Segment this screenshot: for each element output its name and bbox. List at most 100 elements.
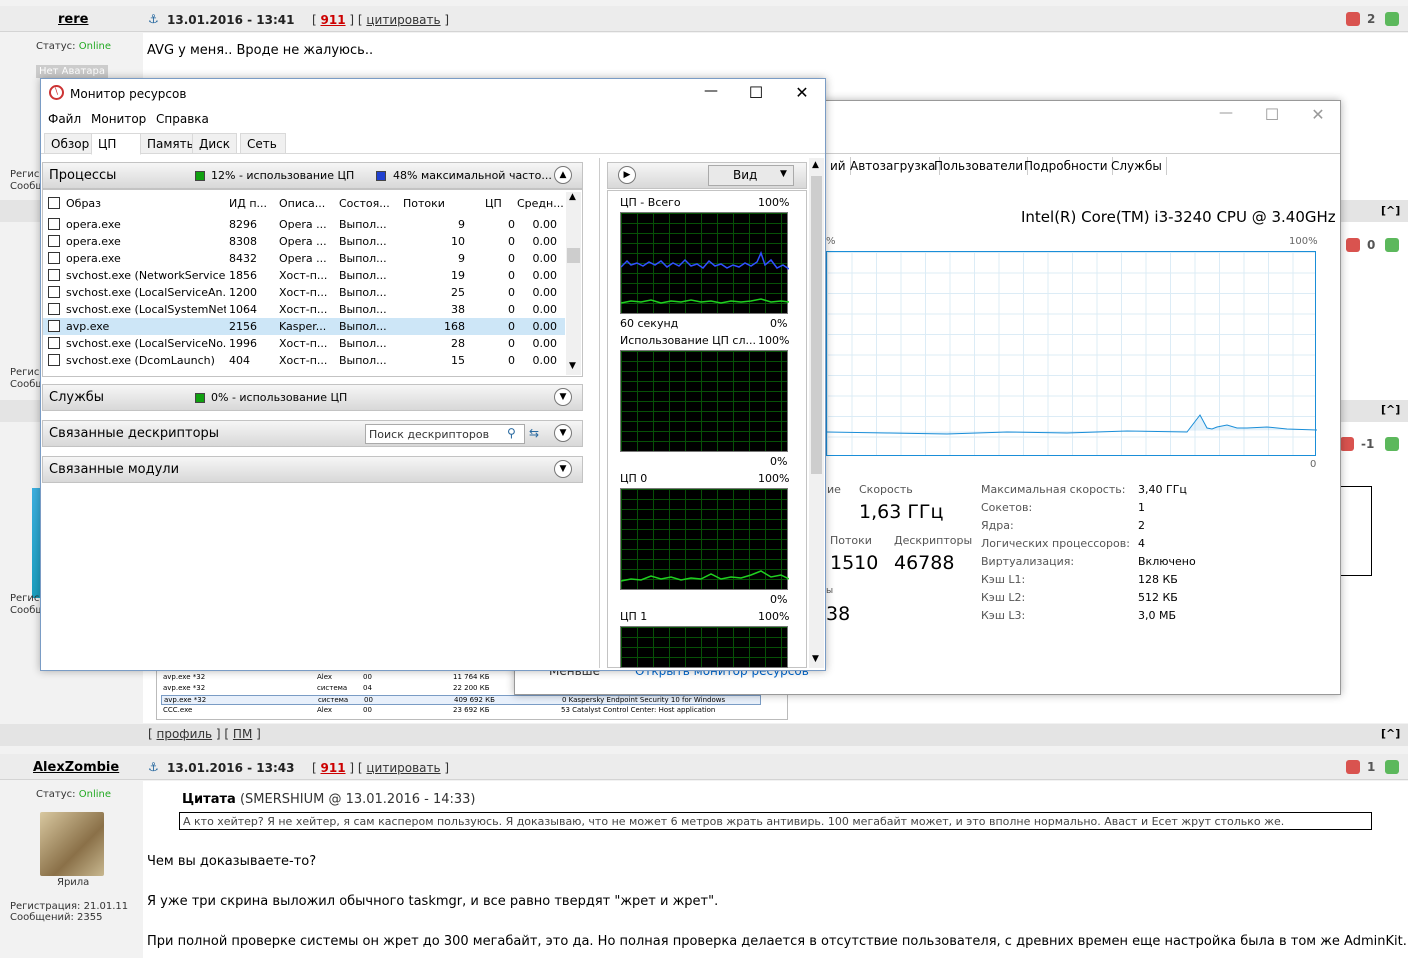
process-row[interactable]: svchost.exe (DcomLaunch) 404 Хост-п... Выпо… bbox=[43, 352, 565, 369]
graph-max: 100% bbox=[758, 334, 790, 347]
dropdown-arrow-icon[interactable]: ▼ bbox=[780, 169, 787, 179]
vote-down-icon[interactable] bbox=[1346, 12, 1360, 26]
row-checkbox[interactable] bbox=[48, 286, 60, 298]
row-checkbox[interactable] bbox=[48, 252, 60, 264]
scroll-top-button[interactable]: [^] bbox=[1381, 403, 1400, 416]
col-cpu[interactable]: ЦП bbox=[485, 197, 502, 210]
anchor-icon[interactable]: ⚓ bbox=[148, 12, 159, 26]
quote-link[interactable]: цитировать bbox=[366, 761, 440, 775]
process-row[interactable]: opera.exe 8432 Opera ... Выпол... 9 0 0.00 bbox=[43, 250, 565, 267]
handles-header[interactable]: Связанные дескрипторы Поиск дескрипторов… bbox=[42, 420, 583, 447]
vote-down-icon[interactable] bbox=[1340, 437, 1354, 451]
chevron-down-icon[interactable]: ▼ bbox=[554, 388, 572, 406]
search-icon[interactable]: ⚲ bbox=[507, 426, 516, 440]
scroll-down-icon[interactable]: ▼ bbox=[569, 361, 576, 371]
chevron-right-icon[interactable]: ▶ bbox=[618, 166, 636, 184]
anchor-icon[interactable]: ⚓ bbox=[148, 760, 159, 774]
post-number-link[interactable]: 911 bbox=[321, 13, 346, 27]
refresh-icon[interactable]: ⇆ bbox=[529, 426, 539, 440]
vote-up-icon[interactable] bbox=[1385, 238, 1399, 252]
tab-users[interactable]: Пользователи bbox=[930, 157, 1029, 175]
process-row[interactable]: svchost.exe (NetworkService) 1856 Хост-п..… bbox=[43, 267, 565, 284]
col-avg-cpu[interactable]: Средн... bbox=[517, 197, 564, 210]
process-row[interactable]: opera.exe 8308 Opera ... Выпол... 10 0 0.00 bbox=[43, 233, 565, 250]
col-description[interactable]: Описа... bbox=[279, 197, 325, 210]
row-checkbox[interactable] bbox=[48, 218, 60, 230]
scroll-thumb[interactable] bbox=[567, 248, 580, 263]
process-status: Выпол... bbox=[339, 320, 387, 333]
col-status[interactable]: Состоя... bbox=[339, 197, 390, 210]
embedded-cell-cpu: 00 bbox=[363, 673, 372, 681]
row-checkbox[interactable] bbox=[48, 354, 60, 366]
processes-scrollbar[interactable]: ▲ ▼ bbox=[566, 192, 581, 375]
row-checkbox[interactable] bbox=[48, 303, 60, 315]
chevron-down-icon[interactable]: ▼ bbox=[554, 424, 572, 442]
menu-help[interactable]: Справка bbox=[156, 112, 209, 126]
embedded-cell-name: avp.exe *32 bbox=[164, 696, 207, 704]
tab-startup[interactable]: Автозагрузка bbox=[846, 157, 941, 175]
scroll-top-button[interactable]: [^] bbox=[1381, 204, 1400, 217]
quote-link[interactable]: цитировать bbox=[366, 13, 440, 27]
tab-disk[interactable]: Диск bbox=[192, 133, 238, 154]
scroll-up-icon[interactable]: ▲ bbox=[812, 160, 819, 170]
embedded-cell-user: Alex bbox=[317, 706, 333, 714]
scroll-up-icon[interactable]: ▲ bbox=[569, 192, 576, 202]
status: Статус: Online bbox=[36, 41, 111, 52]
scroll-thumb[interactable] bbox=[811, 176, 822, 474]
process-row[interactable]: svchost.exe (LocalServiceNo... 1996 Хост-п… bbox=[43, 335, 565, 352]
vote-up-icon[interactable] bbox=[1385, 760, 1399, 774]
avatar-caption: Ярила bbox=[57, 877, 90, 888]
chevron-down-icon[interactable]: ▼ bbox=[554, 460, 572, 478]
tab-overview[interactable]: Обзор bbox=[44, 133, 97, 154]
menu-file[interactable]: Файл bbox=[48, 112, 81, 126]
row-checkbox[interactable] bbox=[48, 320, 60, 332]
graph-title-services: Использование ЦП сл... bbox=[620, 334, 756, 347]
col-pid[interactable]: ИД п... bbox=[229, 197, 267, 210]
profile-link[interactable]: профиль bbox=[157, 727, 213, 741]
scroll-down-icon[interactable]: ▼ bbox=[812, 654, 819, 664]
vote-down-icon[interactable] bbox=[1346, 238, 1360, 252]
tab-details[interactable]: Подробности bbox=[1020, 157, 1113, 175]
minimize-icon[interactable]: — bbox=[688, 83, 734, 99]
services-header[interactable]: Службы 0% - использование ЦП ▼ bbox=[42, 384, 583, 411]
menu-monitor[interactable]: Монитор bbox=[91, 112, 146, 126]
row-checkbox[interactable] bbox=[48, 235, 60, 247]
chevron-up-icon[interactable]: ▲ bbox=[554, 166, 572, 184]
pm-link[interactable]: ПМ bbox=[233, 727, 252, 741]
row-checkbox[interactable] bbox=[48, 337, 60, 349]
post-number-link[interactable]: 911 bbox=[321, 761, 346, 775]
maximize-icon[interactable]: ☐ bbox=[733, 83, 779, 102]
tab-services[interactable]: Службы bbox=[1107, 157, 1167, 175]
vote-up-icon[interactable] bbox=[1385, 12, 1399, 26]
cpu-graph-line bbox=[827, 414, 1317, 435]
pane-splitter[interactable] bbox=[599, 158, 600, 668]
scroll-top-button[interactable]: [^] bbox=[1381, 727, 1400, 740]
post-author[interactable]: AlexZombie bbox=[33, 760, 119, 775]
post-author[interactable]: rere bbox=[58, 12, 88, 27]
threads-value: 1510 bbox=[830, 552, 879, 574]
vote-down-icon[interactable] bbox=[1346, 760, 1360, 774]
embedded-image-edge bbox=[1340, 486, 1372, 576]
process-row[interactable]: svchost.exe (LocalSystemNet... 1064 Хост-п… bbox=[43, 301, 565, 318]
close-icon[interactable]: ✕ bbox=[779, 83, 825, 102]
process-row[interactable]: opera.exe 8296 Opera ... Выпол... 9 0 0.00 bbox=[43, 216, 565, 233]
modules-header[interactable]: Связанные модули ▼ bbox=[42, 456, 583, 483]
col-threads[interactable]: Потоки bbox=[403, 197, 445, 210]
close-icon[interactable]: ✕ bbox=[1295, 105, 1341, 124]
tab-network[interactable]: Сеть bbox=[240, 133, 286, 154]
col-image[interactable]: Образ bbox=[66, 197, 101, 210]
row-checkbox[interactable] bbox=[48, 269, 60, 281]
maximize-icon[interactable]: ☐ bbox=[1249, 105, 1295, 124]
minimize-icon[interactable]: — bbox=[1203, 105, 1249, 121]
post-content: Цитата (SMERSHIUM @ 13.01.2016 - 14:33) … bbox=[143, 781, 1408, 958]
graphs-scrollbar[interactable]: ▲ ▼ bbox=[809, 158, 824, 668]
handles-search-input[interactable]: Поиск дескрипторов bbox=[365, 424, 525, 444]
tab-cpu[interactable]: ЦП bbox=[91, 133, 141, 155]
process-row[interactable]: avp.exe 2156 Kasper... Выпол... 168 0 0.00 bbox=[43, 318, 565, 335]
select-all-checkbox[interactable] bbox=[48, 197, 60, 209]
cpu-legend-swatch bbox=[195, 171, 205, 181]
processes-header[interactable]: Процессы 12% - использование ЦП 48% макс… bbox=[42, 162, 583, 189]
vote-up-icon[interactable] bbox=[1385, 437, 1399, 451]
process-cpu: 0 bbox=[508, 320, 515, 333]
process-row[interactable]: svchost.exe (LocalServiceAn... 1200 Хост-п… bbox=[43, 284, 565, 301]
